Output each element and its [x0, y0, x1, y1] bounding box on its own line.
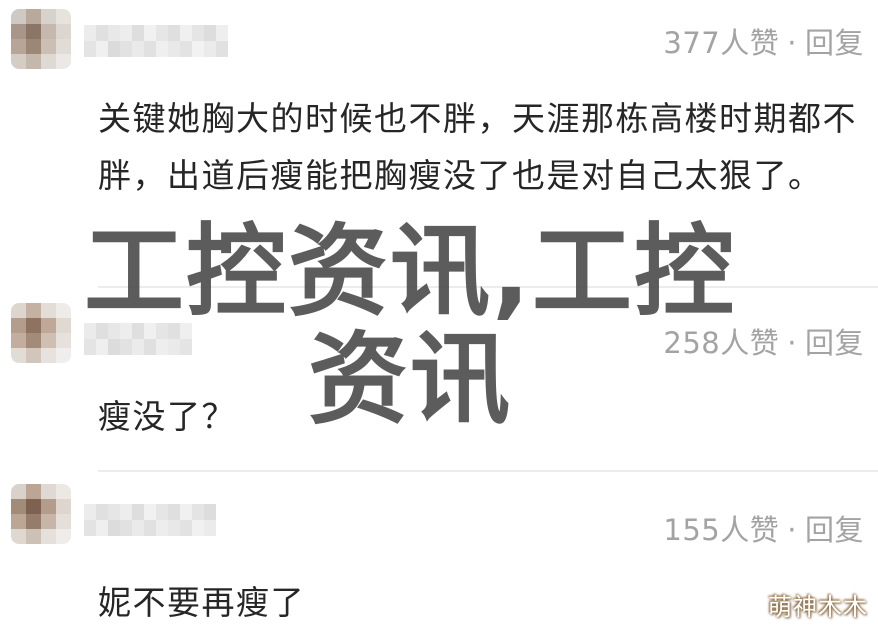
- comment-list: 377人赞 · 回复 关键她胸大的时候也不胖，天涯那栋高楼时期都不胖，出道后瘦能把胸…: [0, 0, 878, 634]
- reply-button[interactable]: 回复: [805, 513, 864, 547]
- comment-meta: 258人赞 · 回复: [663, 320, 864, 362]
- comment-divider: [98, 286, 878, 288]
- username-pixelated[interactable]: [84, 25, 228, 57]
- like-count[interactable]: 258人赞: [663, 326, 779, 360]
- username-pixelated[interactable]: [84, 323, 192, 355]
- comment-text: 瘦没了？: [98, 397, 236, 436]
- comment-meta: 155人赞 · 回复: [663, 507, 864, 549]
- comment-item: 258人赞 · 回复 瘦没了？: [0, 290, 878, 470]
- meta-separator: ·: [787, 326, 797, 360]
- comment-text: 关键她胸大的时候也不胖，天涯那栋高楼时期都不胖，出道后瘦能把胸瘦没了也是对自己太…: [98, 99, 857, 195]
- comment-item: 377人赞 · 回复 关键她胸大的时候也不胖，天涯那栋高楼时期都不胖，出道后瘦能把胸…: [0, 0, 878, 270]
- comment-item: 155人赞 · 回复 妮不要再瘦了: [0, 474, 878, 634]
- like-count[interactable]: 377人赞: [663, 26, 779, 60]
- comment-meta: 377人赞 · 回复: [663, 20, 864, 62]
- comment-text: 妮不要再瘦了: [98, 583, 305, 622]
- comment-divider: [98, 470, 878, 472]
- meta-separator: ·: [787, 26, 797, 60]
- reply-button[interactable]: 回复: [805, 26, 864, 60]
- user-avatar[interactable]: [11, 484, 71, 544]
- user-avatar[interactable]: [11, 303, 71, 363]
- meta-separator: ·: [787, 513, 797, 547]
- source-watermark: 萌神木木: [768, 593, 868, 621]
- like-count[interactable]: 155人赞: [663, 513, 779, 547]
- reply-button[interactable]: 回复: [805, 326, 864, 360]
- username-pixelated[interactable]: [84, 504, 216, 536]
- user-avatar[interactable]: [11, 9, 71, 69]
